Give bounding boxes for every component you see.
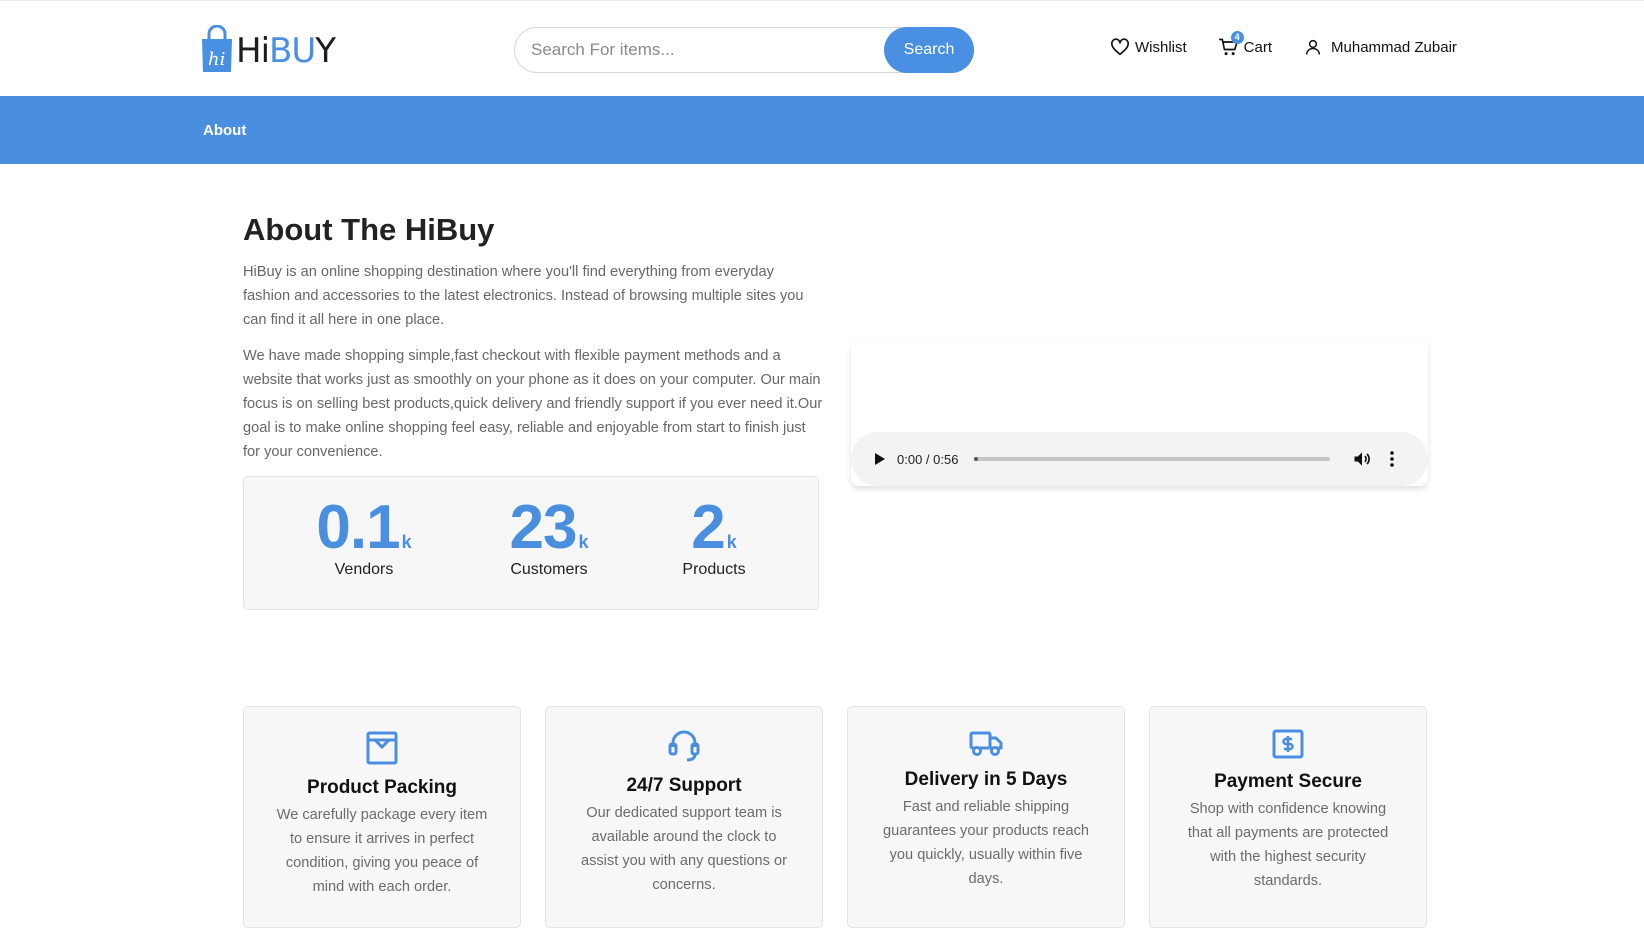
user-account-link[interactable]: Muhammad Zubair bbox=[1304, 38, 1457, 56]
feature-title: Product Packing bbox=[307, 777, 457, 798]
breadcrumb: About bbox=[203, 122, 247, 139]
user-name: Muhammad Zubair bbox=[1331, 38, 1457, 56]
stat-label: Vendors bbox=[334, 561, 394, 578]
stat-customers: 23 k Customers bbox=[494, 497, 604, 579]
stat-value: 23 bbox=[509, 493, 578, 562]
about-paragraph-2: We have made shopping simple,fast checko… bbox=[243, 348, 823, 460]
stat-unit: k bbox=[726, 532, 737, 552]
feature-text: We carefully package every item to ensur… bbox=[276, 807, 488, 895]
feature-card-packing: Product Packing We carefully package eve… bbox=[243, 706, 521, 928]
hibuy-logo[interactable]: hi HiBUY bbox=[200, 25, 336, 73]
logo-text-y: Y bbox=[315, 31, 336, 71]
wishlist-label: Wishlist bbox=[1135, 38, 1187, 56]
logo-text-bu: BU bbox=[269, 31, 316, 71]
search-input[interactable] bbox=[515, 28, 885, 72]
page-banner: About bbox=[0, 96, 1644, 164]
feature-card-support: 24/7 Support Our dedicated support team … bbox=[545, 706, 823, 928]
more-options-icon[interactable] bbox=[1384, 449, 1400, 469]
stat-vendors: 0.1 k Vendors bbox=[314, 497, 414, 579]
cart-label: Cart bbox=[1243, 38, 1273, 56]
cart-count-badge: 4 bbox=[1230, 31, 1244, 44]
stat-products: 2k Products bbox=[669, 497, 759, 579]
package-icon bbox=[366, 731, 398, 765]
svg-text:hi: hi bbox=[208, 49, 225, 70]
media-controls: 0:00 / 0:56 bbox=[851, 432, 1428, 486]
wishlist-link[interactable]: Wishlist bbox=[1110, 38, 1187, 56]
truck-icon bbox=[969, 731, 1003, 756]
cart-link[interactable]: 4 Cart bbox=[1218, 31, 1273, 57]
feature-text: Our dedicated support team is available … bbox=[580, 805, 788, 893]
feature-title: Delivery in 5 Days bbox=[904, 769, 1068, 790]
page-title: About The HiBuy bbox=[243, 212, 495, 247]
play-icon[interactable] bbox=[871, 451, 887, 467]
stat-label: Products bbox=[682, 561, 746, 578]
stat-value: 2 bbox=[691, 493, 725, 562]
feature-text: Shop with confidence knowing that all pa… bbox=[1187, 801, 1389, 889]
search-bar: Search bbox=[514, 27, 974, 73]
video-time: 0:00 / 0:56 bbox=[897, 451, 959, 467]
feature-text: Fast and reliable shipping guarantees yo… bbox=[882, 799, 1090, 887]
about-paragraph-1: HiBuy is an online shopping destination … bbox=[243, 264, 804, 328]
stat-value: 0.1 bbox=[316, 493, 400, 562]
feature-title: Payment Secure bbox=[1214, 771, 1362, 792]
headset-icon bbox=[668, 730, 700, 762]
volume-icon[interactable] bbox=[1352, 449, 1372, 469]
user-icon bbox=[1305, 39, 1321, 55]
stat-label: Customers bbox=[510, 561, 588, 578]
stats-panel: 0.1 k Vendors 23 k Customers 2k Products bbox=[243, 476, 819, 610]
feature-card-payment: Payment Secure Shop with confidence know… bbox=[1149, 706, 1427, 928]
dollar-icon bbox=[1272, 729, 1304, 759]
feature-card-delivery: Delivery in 5 Days Fast and reliable shi… bbox=[847, 706, 1125, 928]
feature-title: 24/7 Support bbox=[626, 775, 742, 796]
stat-unit: k bbox=[401, 532, 412, 552]
logo-text-hi: Hi bbox=[236, 31, 270, 71]
site-header: hi HiBUY Search Wishlist 4 Cart bbox=[0, 0, 1644, 96]
heart-icon bbox=[1111, 38, 1129, 56]
logo-text: HiBUY bbox=[236, 29, 336, 73]
shopping-bag-icon: hi bbox=[202, 25, 232, 72]
header-nav: Wishlist 4 Cart Muhammad Zubair bbox=[1110, 31, 1457, 57]
stat-unit: k bbox=[578, 532, 589, 552]
video-progress-fill bbox=[974, 457, 979, 461]
search-button[interactable]: Search bbox=[884, 27, 974, 73]
video-progress-slider[interactable] bbox=[974, 457, 1331, 461]
video-player[interactable]: 0:00 / 0:56 bbox=[851, 340, 1428, 486]
